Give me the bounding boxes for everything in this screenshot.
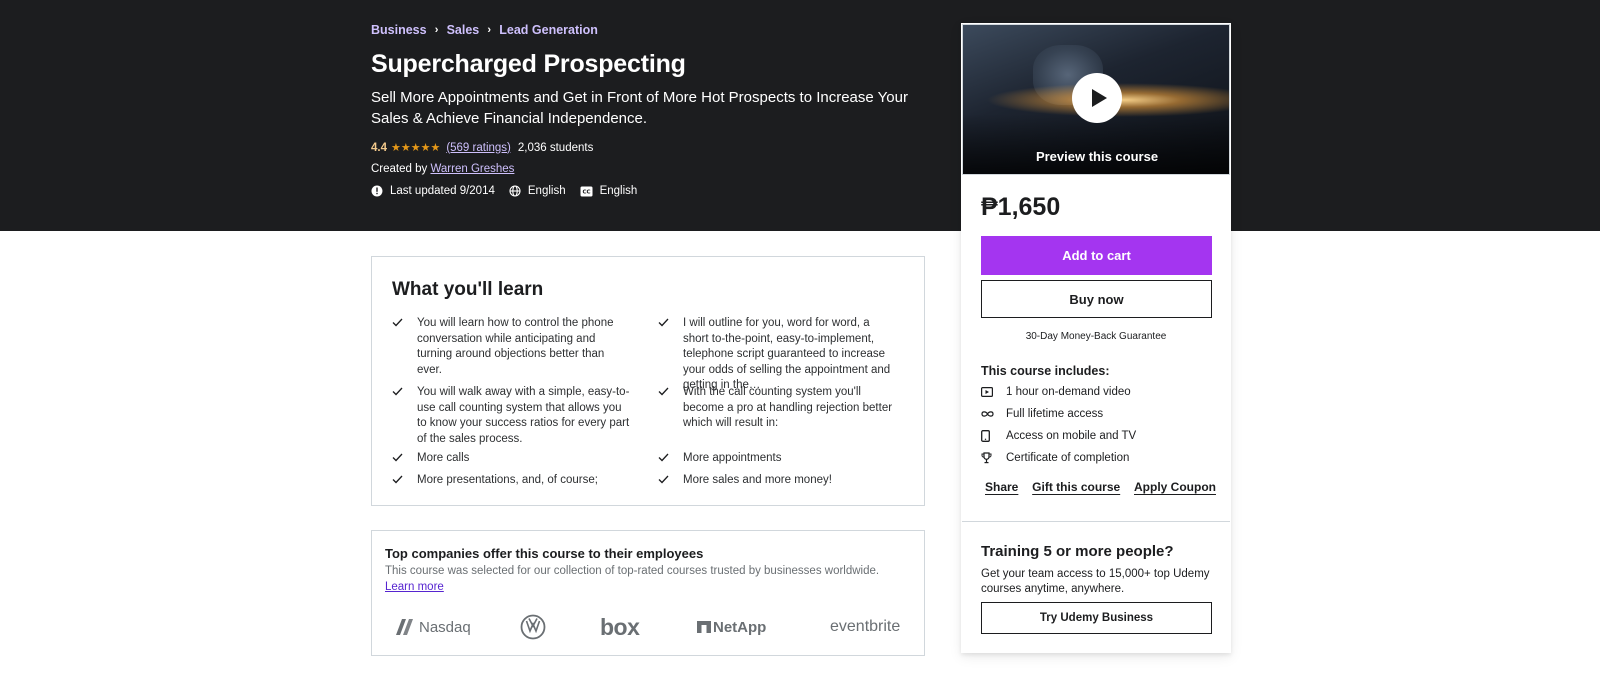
course-hero: Business › Sales › Lead Generation Super… [0, 0, 1600, 231]
mobile-icon [981, 430, 1006, 442]
include-item: 1 hour on-demand video [981, 381, 1136, 403]
apply-coupon-link[interactable]: Apply Coupon [1130, 480, 1216, 494]
include-item: Access on mobile and TV [981, 425, 1136, 447]
team-description: Get your team access to 15,000+ top Udem… [981, 568, 1210, 595]
star-rating-icon: ★★★★★ [391, 142, 441, 154]
check-icon [392, 451, 417, 468]
learn-item: More sales and more money! [658, 473, 898, 490]
breadcrumb-lead-generation[interactable]: Lead Generation [499, 23, 598, 37]
try-udemy-business-button[interactable]: Try Udemy Business [981, 602, 1212, 634]
nasdaq-logo: Nasdaq [394, 611, 471, 643]
learn-item: You will learn how to control the phone … [392, 316, 632, 378]
course-captions: CC English [580, 185, 637, 197]
rating-row: 4.4 ★★★★★ (569 ratings) 2,036 students [371, 141, 594, 155]
students-count: 2,036 students [517, 141, 594, 154]
check-icon [658, 451, 683, 468]
breadcrumb-sales[interactable]: Sales [447, 23, 480, 37]
video-icon [981, 387, 1006, 397]
learn-title: What you'll learn [392, 279, 544, 300]
share-link[interactable]: Share [981, 480, 1018, 494]
created-by-label: Created by [371, 163, 428, 175]
check-icon [658, 316, 683, 394]
breadcrumb-business[interactable]: Business [371, 23, 427, 37]
divider [962, 521, 1230, 522]
globe-icon [509, 185, 521, 197]
course-price: ₱1,650 [981, 193, 1061, 221]
money-back-guarantee: 30-Day Money-Back Guarantee [1025, 331, 1167, 342]
check-icon [658, 385, 683, 432]
check-icon [392, 316, 417, 378]
learn-item: More presentations, and, of course; [392, 473, 632, 490]
include-item: Certificate of completion [981, 447, 1136, 469]
check-icon [392, 385, 417, 447]
preview-label: Preview this course [1035, 149, 1159, 164]
learn-item: More calls [392, 451, 632, 468]
card-links: Share Gift this course Apply Coupon [981, 480, 1216, 494]
add-to-cart-button[interactable]: Add to cart [981, 236, 1212, 275]
play-icon [1091, 89, 1107, 107]
rating-value: 4.4 [371, 141, 387, 154]
check-icon [658, 473, 683, 490]
includes-list: 1 hour on-demand video Full lifetime acc… [981, 381, 1136, 469]
includes-title: This course includes: [981, 364, 1110, 378]
learn-more-link[interactable]: Learn more [385, 581, 444, 593]
course-meta: Last updated 9/2014 English CC English [371, 185, 651, 197]
companies-title: Top companies offer this course to their… [385, 546, 704, 561]
top-companies: Top companies offer this course to their… [371, 530, 925, 656]
instructor-link[interactable]: Warren Greshes [430, 163, 514, 175]
eventbrite-logo: eventbrite [830, 618, 901, 635]
course-language: English [509, 185, 566, 197]
include-item: Full lifetime access [981, 403, 1136, 425]
volkswagen-logo [520, 611, 546, 643]
learn-item: With the call counting system you'll bec… [658, 385, 898, 432]
last-updated: Last updated 9/2014 [371, 185, 495, 197]
created-by: Created by Warren Greshes [371, 163, 514, 175]
learn-item: You will walk away with a simple, easy-t… [392, 385, 632, 447]
course-preview[interactable]: Preview this course [962, 24, 1230, 175]
learn-item: More appointments [658, 451, 898, 468]
netapp-logo: NetApp [697, 611, 766, 643]
closed-caption-icon: CC [580, 186, 593, 196]
svg-text:CC: CC [582, 189, 590, 195]
companies-description: This course was selected for our collect… [385, 565, 880, 593]
alert-badge-icon [371, 185, 383, 197]
company-logos: Nasdaq box NetApp eventbrite [372, 611, 926, 643]
trophy-icon [981, 452, 1006, 464]
purchase-card: Preview this course ₱1,650 Add to cart B… [961, 23, 1231, 653]
team-title: Training 5 or more people? [981, 543, 1174, 560]
course-subtitle: Sell More Appointments and Get in Front … [371, 89, 908, 127]
volkswagen-mark-icon [520, 614, 546, 640]
chevron-right-icon: › [434, 24, 439, 36]
learn-item: I will outline for you, word for word, a… [658, 316, 898, 394]
nasdaq-mark-icon [396, 619, 413, 635]
gift-course-link[interactable]: Gift this course [1028, 480, 1120, 494]
play-button[interactable] [1072, 73, 1122, 123]
box-logo: box [600, 613, 640, 640]
breadcrumb: Business › Sales › Lead Generation [371, 23, 598, 37]
netapp-mark-icon [697, 621, 711, 633]
course-title: Supercharged Prospecting [371, 50, 686, 78]
infinity-icon [981, 410, 1006, 418]
chevron-right-icon: › [487, 24, 492, 36]
what-youll-learn: What you'll learn You will learn how to … [371, 256, 925, 506]
check-icon [392, 473, 417, 490]
ratings-count-link[interactable]: (569 ratings) [446, 142, 511, 154]
buy-now-button[interactable]: Buy now [981, 280, 1212, 318]
